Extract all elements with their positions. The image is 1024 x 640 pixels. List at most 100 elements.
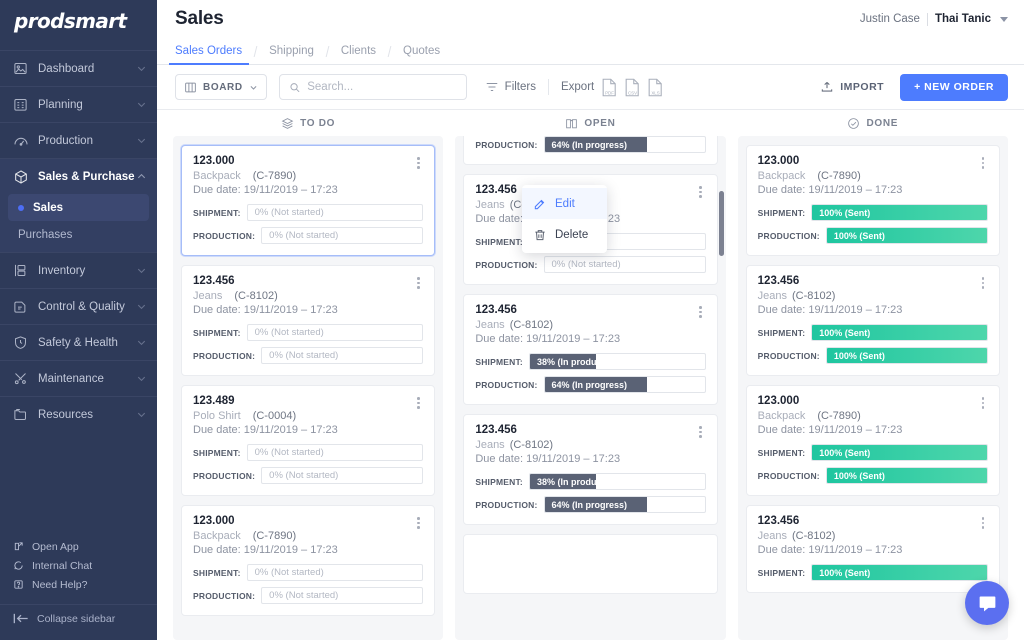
search-box[interactable]	[278, 74, 467, 100]
column-title: DONE	[866, 117, 899, 129]
svg-text:PDF: PDF	[605, 90, 614, 95]
column-todo: TO DO 123.000 Backpack (C-7890) Due date:…	[173, 110, 444, 640]
card-client-code: (C-8102)	[234, 290, 278, 302]
context-menu-label: Edit	[555, 197, 575, 210]
column-body-done[interactable]: 123.000 Backpack (C-7890) Due date: 19/11…	[737, 136, 1008, 640]
sidebar-link-open-app[interactable]: Open App	[0, 537, 157, 556]
top-bar: Sales Justin Case Thai Tanic	[157, 0, 1024, 38]
card-menu-button[interactable]	[411, 395, 425, 411]
production-progress-text: 0% (Not started)	[269, 350, 339, 361]
order-card[interactable]: Due date: 19/11/2019 – 17:23 SHIPMENT: 3…	[463, 136, 718, 165]
card-menu-button[interactable]	[411, 275, 425, 291]
order-card[interactable]: 123.000 Backpack (C-7890) Due date: 19/11…	[745, 145, 1000, 256]
shipment-progress-bar: 100% (Sent)	[811, 204, 988, 221]
support-chat-button[interactable]	[965, 581, 1009, 625]
card-client-code: (C-7890)	[252, 170, 297, 182]
production-progress-bar: 0% (Not started)	[261, 227, 424, 244]
context-menu-delete[interactable]: Delete	[522, 219, 607, 250]
sidebar-item-maintenance[interactable]: Maintenance	[0, 360, 157, 396]
sidebar-item-label: Resources	[38, 408, 93, 421]
card-client-code: (C-8102)	[509, 319, 554, 331]
order-card[interactable]: 123.456 Jeans (C-8102) Due date: 19/11/20…	[463, 294, 718, 405]
sidebar-item-resources[interactable]: Resources	[0, 396, 157, 432]
card-menu-button[interactable]	[411, 515, 425, 531]
export-pdf-icon[interactable]: PDF	[601, 78, 618, 97]
card-menu-button[interactable]	[976, 275, 990, 291]
card-menu-button[interactable]	[694, 304, 708, 320]
shipment-progress-row: SHIPMENT: 100% (Sent)	[758, 444, 988, 461]
card-due-date: Due date: 19/11/2019 – 17:23	[193, 184, 338, 196]
collapse-sidebar-button[interactable]: Collapse sidebar	[0, 604, 157, 632]
order-card[interactable]: 123.456 Jeans (C-8102) Due date: 19/11/20…	[181, 265, 436, 376]
sidebar-item-dashboard[interactable]: Dashboard	[0, 50, 157, 86]
shield-icon	[12, 334, 29, 351]
tab-sales-orders[interactable]: Sales Orders	[168, 45, 255, 65]
production-progress-bar: 100% (Sent)	[825, 467, 988, 484]
filters-button[interactable]: Filters	[485, 80, 536, 94]
card-menu-button[interactable]	[976, 395, 990, 411]
search-input[interactable]	[307, 81, 457, 93]
card-client-code: (C-7890)	[252, 530, 297, 542]
import-button[interactable]: IMPORT	[820, 80, 884, 94]
card-menu-button[interactable]	[694, 184, 708, 200]
column-body-todo[interactable]: 123.000 Backpack (C-7890) Due date: 19/11…	[173, 136, 444, 640]
sidebar-subnav: Sales Purchases	[0, 194, 157, 252]
shipment-progress-text: 0% (Not started)	[254, 327, 324, 338]
production-progress-bar: 0% (Not started)	[543, 256, 706, 273]
order-card[interactable]: 123.456 Jeans (C-8102) Due date: 19/11/20…	[745, 265, 1000, 376]
production-progress-bar: 100% (Sent)	[825, 227, 988, 244]
shipment-progress-row: SHIPMENT: 38% (In production)	[475, 353, 706, 370]
column-scrollbar[interactable]	[718, 191, 724, 256]
new-order-button[interactable]: + NEW ORDER	[900, 73, 1008, 101]
upload-icon	[822, 81, 833, 92]
order-card[interactable]	[463, 534, 718, 594]
sidebar-link-internal-chat[interactable]: Internal Chat	[0, 556, 157, 575]
user-name[interactable]: Justin Case	[860, 13, 920, 25]
sidebar-link-need-help[interactable]: Need Help?	[0, 575, 157, 594]
production-progress-row: PRODUCTION: 0% (Not started)	[193, 467, 424, 484]
production-progress-text: 0% (Not started)	[269, 590, 339, 601]
chevron-down-icon	[137, 412, 146, 418]
order-card[interactable]: 123.000 Backpack (C-7890) Due date: 19/11…	[745, 385, 1000, 496]
production-progress-row: PRODUCTION: 0% (Not started)	[193, 587, 424, 604]
chevron-down-icon	[137, 304, 146, 310]
shipment-progress-text: 100% (Sent)	[819, 327, 871, 338]
org-name[interactable]: Thai Tanic	[935, 13, 991, 25]
import-label: IMPORT	[840, 81, 885, 93]
tab-clients[interactable]: Clients	[328, 45, 389, 64]
context-menu-edit[interactable]: Edit	[522, 188, 607, 219]
tab-quotes[interactable]: Quotes	[390, 45, 453, 64]
sidebar-item-sales-purchase[interactable]: Sales & Purchase	[0, 158, 157, 194]
card-menu-button[interactable]	[694, 424, 708, 440]
sidebar-item-planning[interactable]: Planning	[0, 86, 157, 122]
sidebar-item-safety-health[interactable]: Safety & Health	[0, 324, 157, 360]
chevron-down-icon[interactable]	[1000, 16, 1008, 22]
export-csv-icon[interactable]: CSV	[624, 78, 641, 97]
tab-shipping[interactable]: Shipping	[256, 45, 327, 64]
card-menu-button[interactable]	[411, 155, 425, 171]
production-progress-row: PRODUCTION: 64% (In progress)	[475, 136, 706, 153]
card-product: Backpack (C-7890)	[758, 410, 988, 422]
sidebar-item-purchases[interactable]: Purchases	[0, 221, 157, 248]
sidebar-link-label: Internal Chat	[32, 559, 93, 572]
sidebar-item-control-quality[interactable]: Control & Quality	[0, 288, 157, 324]
brand-logo[interactable]: prodsmart	[0, 0, 157, 42]
view-mode-button[interactable]: BOARD	[175, 74, 267, 100]
collapse-arrow-icon	[13, 613, 31, 624]
sidebar-item-inventory[interactable]: Inventory	[0, 252, 157, 288]
shipment-progress-row: SHIPMENT: 0% (Not started)	[193, 204, 424, 221]
production-label: PRODUCTION:	[475, 139, 538, 150]
order-card[interactable]: 123.489 Polo Shirt (C-0004) Due date: 19/…	[181, 385, 436, 496]
order-card[interactable]: 123.000 Backpack (C-7890) Due date: 19/11…	[181, 145, 436, 256]
order-card[interactable]: 123.000 Backpack (C-7890) Due date: 19/11…	[181, 505, 436, 616]
export-xls-icon[interactable]: XLS	[647, 78, 664, 97]
card-menu-button[interactable]	[976, 155, 990, 171]
shipment-label: SHIPMENT:	[757, 327, 806, 338]
production-label: PRODUCTION:	[193, 470, 256, 481]
card-reference: 123.456	[475, 304, 517, 316]
order-card[interactable]: 123.456 Jeans (C-8102) Due date: 19/11/20…	[463, 414, 718, 525]
order-card[interactable]: 123.456 Jeans (C-8102) Due date: 19/11/20…	[745, 505, 1000, 593]
sidebar-item-sales[interactable]: Sales	[8, 194, 149, 221]
card-menu-button[interactable]	[976, 515, 990, 531]
sidebar-item-production[interactable]: Production	[0, 122, 157, 158]
